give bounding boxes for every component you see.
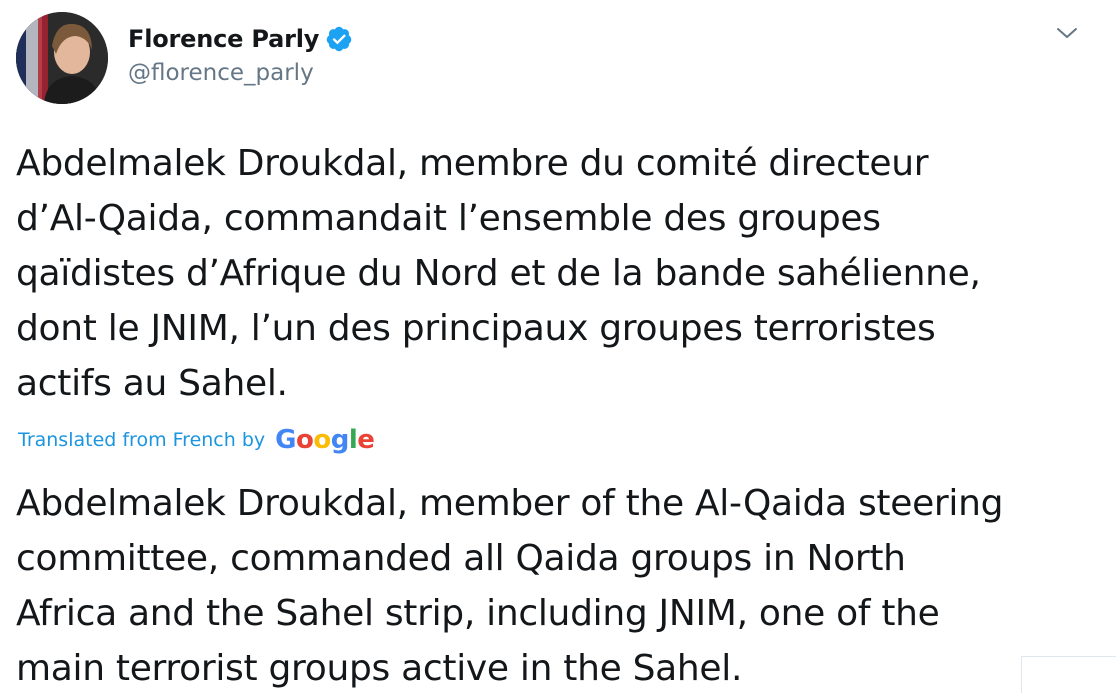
tweet-text-line: main terrorist groups active in the Sahe… [16,648,743,689]
tweet-translated-text: Abdelmalek Droukdal, member of the Al-Qa… [16,476,1096,693]
tweet-text-line: Africa and the Sahel strip, including JN… [16,593,940,634]
tweet-text-line: dont le JNIM, l’un des principaux groupe… [16,308,936,349]
verified-badge-icon [326,26,352,52]
author-avatar[interactable] [16,12,108,104]
author-handle[interactable]: @florence_parly [128,60,314,86]
tweet-text-line: Abdelmalek Droukdal, membre du comité di… [16,143,929,184]
avatar-photo-icon [16,12,108,104]
translation-label[interactable]: Translated from French by [18,429,265,451]
author-name-row[interactable]: Florence Parly [128,22,353,56]
corner-overlay-box [1021,656,1116,693]
author-display-name[interactable]: Florence Parly [128,25,319,53]
tweet-card: Florence Parly @florence_parly Abdelmale… [0,0,1116,693]
tweet-original-text: Abdelmalek Droukdal, membre du comité di… [16,136,1096,411]
tweet-text-line: Abdelmalek Droukdal, member of the Al-Qa… [16,483,1004,524]
tweet-text-line: actifs au Sahel. [16,363,288,404]
chevron-down-icon[interactable] [1054,22,1080,44]
google-logo: Google [275,425,375,455]
tweet-text-line: committee, commanded all Qaida groups in… [16,538,906,579]
tweet-text-line: qaïdistes d’Afrique du Nord et de la ban… [16,253,981,294]
tweet-text-line: d’Al-Qaida, commandait l’ensemble des gr… [16,198,881,239]
translation-attribution[interactable]: Translated from French by Google [18,422,375,458]
